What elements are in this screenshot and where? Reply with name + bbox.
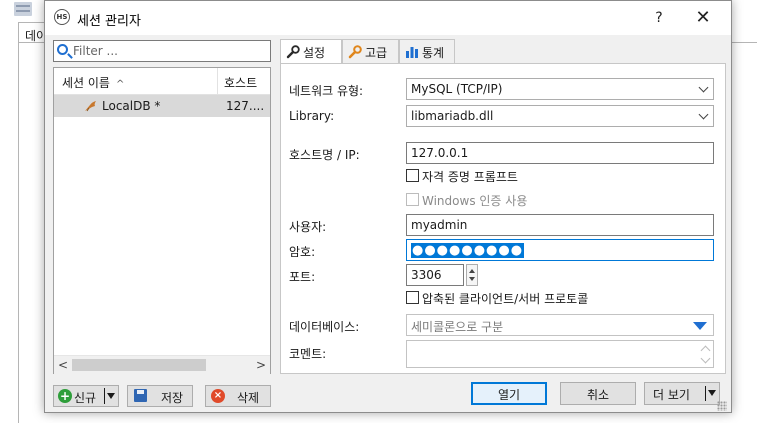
tab-settings[interactable]: 설정 (280, 39, 342, 65)
floppy-disk-icon (134, 389, 147, 402)
tab-statistics-label: 통계 (422, 46, 445, 60)
session-manager-dialog: HS 세션 관리자 ? ✕ 세션 이름 ^ 호스트 LocalDB * 127..… (44, 0, 732, 413)
scroll-down-icon[interactable] (700, 353, 711, 364)
session-host: 127.... (226, 99, 265, 113)
dropdown-triangle-icon[interactable] (693, 322, 707, 330)
open-button[interactable]: 열기 (471, 382, 547, 405)
network-type-select[interactable]: MySQL (TCP/IP) (406, 78, 714, 100)
scroll-thumb[interactable] (72, 359, 206, 371)
list-header: 세션 이름 ^ 호스트 (54, 68, 270, 95)
dolphin-icon (85, 101, 96, 112)
port-stepper[interactable] (466, 264, 478, 286)
filter-input[interactable] (73, 42, 263, 60)
tab-advanced-label: 고급 (365, 46, 388, 60)
compressed-protocol-label: 압축된 클라이언트/서버 프로토콜 (422, 292, 589, 306)
split-divider (104, 388, 105, 404)
stepper-up-icon[interactable] (469, 269, 475, 273)
dialog-title: 세션 관리자 (77, 14, 141, 29)
network-type-label: 네트워크 유형: (289, 84, 364, 98)
help-button[interactable]: ? (649, 8, 669, 28)
column-header-session-name[interactable]: 세션 이름 ^ (54, 68, 218, 94)
cancel-button[interactable]: 취소 (560, 382, 636, 405)
comment-textarea[interactable] (406, 340, 714, 368)
checkbox-box (406, 193, 419, 206)
database-placeholder: 세미콜론으로 구분 (411, 320, 504, 334)
dropdown-arrow-icon[interactable] (107, 393, 115, 399)
checkbox-box[interactable] (406, 291, 419, 304)
dropdown-arrow-icon[interactable] (708, 390, 716, 396)
password-input[interactable]: ●●●●●●●●● (406, 239, 714, 261)
windows-auth-label: Windows 인증 사용 (422, 194, 528, 208)
new-label: 신규 (74, 391, 97, 405)
session-row[interactable]: LocalDB * 127.... (54, 95, 270, 117)
sort-ascending-icon: ^ (115, 79, 125, 90)
bar-chart-icon (406, 47, 418, 58)
horizontal-scrollbar[interactable]: < > (54, 355, 270, 374)
column-header-host[interactable]: 호스트 (218, 68, 270, 94)
more-label: 더 보기 (653, 388, 690, 402)
split-divider (705, 386, 706, 401)
menu-icon[interactable] (14, 2, 32, 16)
comment-label: 코멘트: (289, 347, 327, 361)
save-label: 저장 (161, 391, 184, 405)
tab-statistics[interactable]: 통계 (399, 39, 455, 63)
tab-settings-label: 설정 (303, 46, 326, 60)
host-label: 호스트명 / IP: (289, 148, 360, 162)
column-session-name-label: 세션 이름 (62, 76, 110, 90)
app-logo-icon: HS (54, 9, 70, 25)
password-label: 암호: (289, 245, 316, 259)
save-button[interactable]: 저장 (127, 385, 193, 407)
session-list[interactable]: 세션 이름 ^ 호스트 LocalDB * 127.... < > (53, 67, 271, 374)
delete-label: 삭제 (237, 391, 260, 405)
chevron-down-icon (698, 109, 709, 120)
network-type-value: MySQL (TCP/IP) (411, 82, 503, 96)
resize-grip-icon[interactable] (717, 401, 727, 411)
delete-icon: × (211, 389, 225, 403)
chevron-down-icon (698, 82, 709, 93)
password-value: ●●●●●●●●● (411, 243, 525, 258)
new-session-button[interactable]: + 신규 (53, 385, 119, 407)
title-bar[interactable]: HS 세션 관리자 ? ✕ (45, 1, 731, 35)
checkbox-box[interactable] (406, 169, 419, 182)
user-input[interactable]: myadmin (406, 214, 714, 236)
scroll-right-button[interactable]: > (254, 358, 268, 372)
session-name: LocalDB * (102, 99, 161, 113)
more-button[interactable]: 더 보기 (644, 382, 720, 405)
wrench-icon (286, 45, 300, 59)
library-label: Library: (289, 109, 335, 123)
host-input[interactable]: 127.0.0.1 (406, 142, 714, 164)
stepper-down-icon[interactable] (469, 277, 475, 281)
wrench-orange-icon (348, 45, 362, 59)
add-icon: + (58, 389, 72, 403)
scroll-left-button[interactable]: < (56, 358, 70, 372)
filter-box[interactable] (53, 40, 271, 62)
database-select[interactable]: 세미콜론으로 구분 (406, 314, 714, 336)
close-button[interactable]: ✕ (691, 7, 715, 29)
tab-advanced[interactable]: 고급 (342, 39, 399, 63)
search-icon (57, 44, 68, 55)
library-value: libmariadb.dll (411, 109, 494, 123)
delete-button[interactable]: × 삭제 (205, 385, 271, 407)
prompt-credentials-label: 자격 증명 프롬프트 (422, 170, 518, 184)
database-label: 데이터베이스: (289, 320, 360, 334)
settings-panel: 네트워크 유형: MySQL (TCP/IP) Library: libmari… (280, 63, 726, 374)
port-label: 포트: (289, 270, 316, 284)
library-select[interactable]: libmariadb.dll (406, 105, 714, 127)
port-input[interactable]: 3306 (406, 264, 464, 286)
user-label: 사용자: (289, 220, 327, 234)
